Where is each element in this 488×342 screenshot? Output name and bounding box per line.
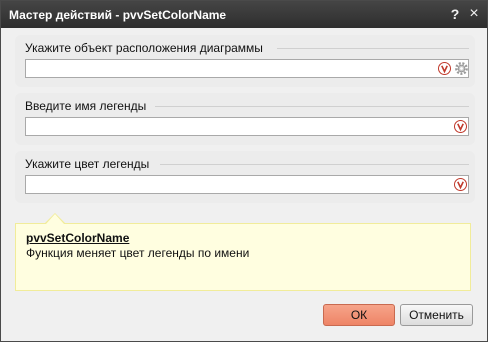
label-divider	[277, 48, 469, 49]
legend-name-input[interactable]	[26, 118, 434, 135]
function-name-link[interactable]: pvvSetColorName	[26, 231, 129, 245]
info-box: pvvSetColorName Функция меняет цвет леге…	[15, 223, 471, 291]
dialog-window: Мастер действий - pvvSetColorName ? × Ук…	[0, 0, 488, 342]
function-description: Функция меняет цвет легенды по имени	[26, 246, 250, 260]
info-pointer-fill	[46, 214, 64, 224]
close-button[interactable]: ×	[466, 6, 482, 22]
v-icon[interactable]	[438, 62, 451, 75]
help-button[interactable]: ?	[447, 6, 463, 22]
label-divider	[155, 106, 469, 107]
gear-icon[interactable]	[454, 61, 469, 76]
legend-color-field[interactable]	[25, 175, 469, 194]
field-panel-legend-color: Укажите цвет легенды	[15, 151, 475, 203]
legend-name-field[interactable]	[25, 117, 469, 136]
label-divider	[160, 164, 469, 165]
ok-button[interactable]: ОК	[323, 304, 395, 326]
v-icon[interactable]	[454, 178, 467, 191]
chart-location-input[interactable]	[26, 60, 434, 77]
field-panel-legend-name: Введите имя легенды	[15, 93, 475, 145]
window-title: Мастер действий - pvvSetColorName	[9, 8, 227, 22]
field-panel-chart-location: Укажите объект расположения диаграммы	[15, 35, 475, 87]
legend-color-input[interactable]	[26, 176, 434, 193]
field-label-chart-location: Укажите объект расположения диаграммы	[25, 41, 263, 55]
field-label-legend-name: Введите имя легенды	[25, 99, 147, 113]
title-bar[interactable]: Мастер действий - pvvSetColorName ? ×	[1, 1, 487, 28]
v-icon[interactable]	[454, 120, 467, 133]
chart-location-field[interactable]	[25, 59, 469, 78]
field-label-legend-color: Укажите цвет легенды	[25, 157, 150, 171]
cancel-button[interactable]: Отменить	[400, 304, 473, 326]
